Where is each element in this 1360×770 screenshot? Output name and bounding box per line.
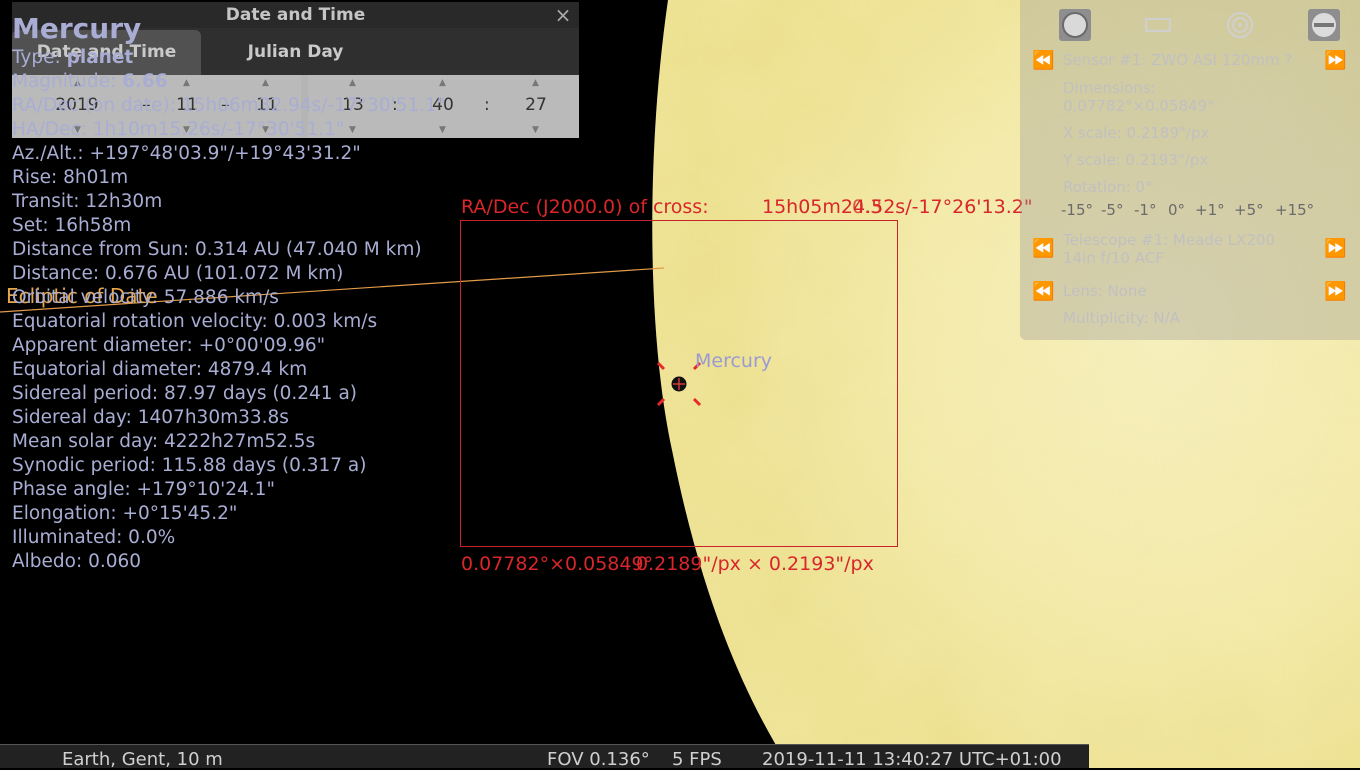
object-info-line: Apparent diameter: +0°00'09.96" bbox=[12, 335, 326, 356]
object-info-line: Set: 16h58m bbox=[12, 215, 132, 236]
object-info-line: Orbital velocity: 57.886 km/s bbox=[12, 287, 279, 308]
status-bar: Earth, Gent, 10 m FOV 0.136° 5 FPS 2019-… bbox=[0, 744, 1089, 770]
object-name: Mercury bbox=[12, 12, 142, 45]
rotate-reset-button[interactable]: 0° bbox=[1168, 201, 1185, 219]
object-info-line: Az./Alt.: +197°48'03.9"/+19°43'31.2" bbox=[12, 143, 361, 164]
object-info-line: Distance from Sun: 0.314 AU (47.040 M km… bbox=[12, 239, 422, 260]
rotate-minus15-button[interactable]: -15° bbox=[1061, 201, 1093, 219]
ccd-radec-value: 15h05m24.52s/-17°26'13.2" bbox=[762, 196, 1033, 218]
sensor-dimensions-value: 0.07782°×0.05849° bbox=[1063, 97, 1215, 115]
rotate-plus15-button[interactable]: +15° bbox=[1275, 201, 1314, 219]
sensor-x-scale: X scale: 0.2189"/px bbox=[1063, 124, 1210, 142]
next-telescope-icon[interactable]: ⏩ bbox=[1324, 238, 1348, 260]
ccd-radec-overlap: 0.3 bbox=[852, 196, 883, 218]
lens-name: Lens: None bbox=[1063, 282, 1147, 300]
object-info-line: Albedo: 0.060 bbox=[12, 551, 142, 572]
sensor-name: Sensor #1: ZWO ASI 120mm ? bbox=[1063, 51, 1293, 69]
sensor-frame-icon[interactable] bbox=[1141, 8, 1175, 42]
mercury-sky-label: Mercury bbox=[695, 350, 773, 372]
sensor-rotation: Rotation: 0° bbox=[1063, 178, 1153, 196]
object-info-line: RA/Dec (on date): 15h06m32.94s/-17°30'51… bbox=[12, 95, 446, 116]
next-sensor-icon[interactable]: ⏩ bbox=[1324, 50, 1348, 72]
object-info-line: Elongation: +0°15'45.2" bbox=[12, 503, 238, 524]
oculars-panel[interactable]: ⏪ ⏩ Sensor #1: ZWO ASI 120mm ? Dimension… bbox=[1020, 0, 1360, 340]
multiplicity: Multiplicity: N/A bbox=[1063, 309, 1180, 327]
prev-lens-icon[interactable]: ⏪ bbox=[1032, 281, 1056, 303]
telescope-name: Telescope #1: Meade LX200 bbox=[1063, 231, 1276, 249]
ocular-view-icon[interactable] bbox=[1058, 8, 1092, 42]
sensor-y-scale: Y scale: 0.2193"/px bbox=[1063, 151, 1209, 169]
object-info-line: Equatorial diameter: 4879.4 km bbox=[12, 359, 308, 380]
object-info-line: HA/Dec: 1h10m15.26s/-17°30'51.1" bbox=[12, 119, 345, 140]
time-separator: : bbox=[484, 95, 490, 115]
next-lens-icon[interactable]: ⏩ bbox=[1324, 281, 1348, 303]
object-info-line: Equatorial rotation velocity: 0.003 km/s bbox=[12, 311, 378, 332]
ccd-radec-label: RA/Dec (J2000.0) of cross: bbox=[461, 196, 709, 218]
second-spinner[interactable]: 27 bbox=[519, 95, 553, 115]
prev-telescope-icon[interactable]: ⏪ bbox=[1032, 238, 1056, 260]
fov-label: FOV 0.136° bbox=[547, 749, 650, 770]
object-info-line: Rise: 8h01m bbox=[12, 167, 129, 188]
object-info-line: Mean solar day: 4222h27m52.5s bbox=[12, 431, 316, 452]
spinner-up-icon[interactable]: ▲ bbox=[532, 78, 539, 88]
ccd-scale: 0.2189"/px × 0.2193"/px bbox=[636, 553, 874, 575]
datetime-label[interactable]: 2019-11-11 13:40:27 UTC+01:00 bbox=[762, 749, 1062, 770]
telescope-spec: 14in f/10 ACF bbox=[1063, 249, 1164, 267]
spinner-down-icon[interactable]: ▼ bbox=[532, 125, 539, 135]
location-label[interactable]: Earth, Gent, 10 m bbox=[62, 749, 223, 770]
prev-sensor-icon[interactable]: ⏪ bbox=[1032, 50, 1056, 72]
object-type: Type: planet bbox=[12, 47, 134, 68]
object-info-line: Phase angle: +179°10'24.1" bbox=[12, 479, 275, 500]
object-info-line: Illuminated: 0.0% bbox=[12, 527, 176, 548]
object-info-line: Transit: 12h30m bbox=[12, 191, 163, 212]
fps-label: 5 FPS bbox=[672, 749, 722, 770]
rotate-minus5-button[interactable]: -5° bbox=[1101, 201, 1123, 219]
object-magnitude: Magnitude: 6.66 bbox=[12, 71, 168, 92]
ccd-dimensions: 0.07782°×0.05849° bbox=[461, 553, 654, 575]
object-info: Mercury Type: planet Magnitude: 6.66 RA/… bbox=[12, 12, 445, 574]
object-info-line: Synodic period: 115.88 days (0.317 a) bbox=[12, 455, 367, 476]
object-info-line: Distance: 0.676 AU (101.072 M km) bbox=[12, 263, 344, 284]
object-info-line: Sidereal period: 87.97 days (0.241 a) bbox=[12, 383, 357, 404]
close-icon[interactable]: × bbox=[553, 2, 573, 28]
object-info-line: Sidereal day: 1407h30m33.8s bbox=[12, 407, 289, 428]
config-icon[interactable] bbox=[1307, 8, 1341, 42]
rotate-plus1-button[interactable]: +1° bbox=[1195, 201, 1225, 219]
ccd-sensor-frame bbox=[460, 220, 898, 547]
sensor-dimensions-label: Dimensions: bbox=[1063, 79, 1156, 97]
rotate-minus1-button[interactable]: -1° bbox=[1134, 201, 1156, 219]
telrad-icon[interactable] bbox=[1223, 8, 1257, 42]
object-info-lines: RA/Dec (on date): 15h06m32.94s/-17°30'51… bbox=[12, 94, 445, 574]
rotate-plus5-button[interactable]: +5° bbox=[1234, 201, 1264, 219]
